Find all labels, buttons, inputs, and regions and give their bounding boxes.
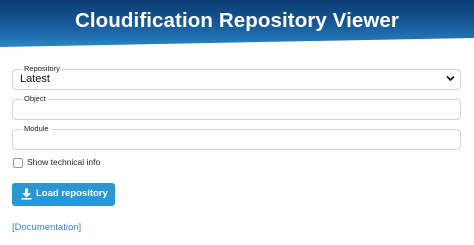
module-label: Module <box>22 124 51 133</box>
load-repository-button[interactable]: Load repository <box>12 183 115 206</box>
load-repository-label: Load repository <box>36 188 108 199</box>
page-title: Cloudification Repository Viewer <box>74 9 400 32</box>
object-input[interactable] <box>12 99 461 120</box>
documentation-link[interactable]: [Documentation] <box>12 222 81 233</box>
repository-select-value: Latest <box>20 73 50 85</box>
object-label: Object <box>22 94 48 103</box>
chevron-down-icon <box>446 75 455 82</box>
repository-label: Repository <box>22 64 62 73</box>
module-input[interactable] <box>12 129 461 150</box>
show-technical-info-label[interactable]: Show technical info <box>27 157 100 167</box>
show-technical-info-checkbox[interactable] <box>13 158 23 168</box>
download-icon <box>21 188 32 200</box>
header-banner: Cloudification Repository Viewer <box>0 0 474 50</box>
repository-select[interactable]: Latest <box>12 69 461 90</box>
